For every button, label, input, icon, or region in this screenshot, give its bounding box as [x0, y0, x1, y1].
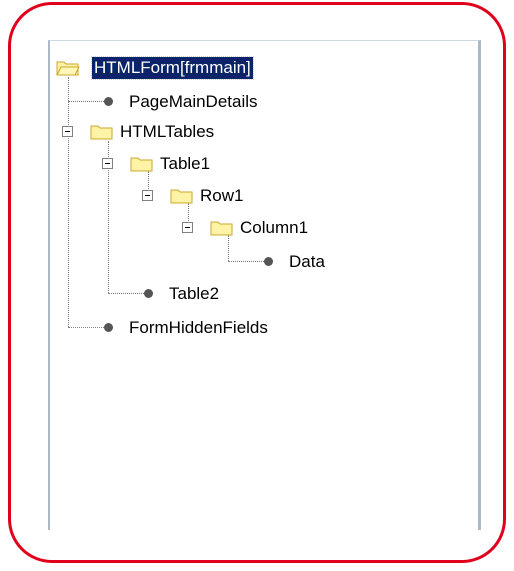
- collapse-toggle-icon[interactable]: [62, 126, 73, 137]
- bullet-icon: [104, 323, 113, 332]
- folder-icon: [130, 157, 153, 172]
- folder-icon: [210, 221, 233, 236]
- tree-item-root[interactable]: HTMLForm[frmmain]: [54, 56, 314, 80]
- tree-item-data[interactable]: Data: [54, 251, 354, 273]
- tree-item-label[interactable]: Table2: [169, 283, 219, 305]
- tree-item-pagemaindetails[interactable]: PageMainDetails: [54, 91, 314, 113]
- tree-item-label[interactable]: PageMainDetails: [129, 91, 258, 113]
- collapse-toggle-icon[interactable]: [142, 190, 153, 201]
- tree-item-label[interactable]: FormHiddenFields: [129, 317, 268, 339]
- tree-item-row1[interactable]: Row1: [54, 185, 314, 207]
- tree-item-htmltables[interactable]: HTMLTables: [54, 121, 314, 143]
- tree-item-formhiddenfields[interactable]: FormHiddenFields: [54, 317, 314, 339]
- tree-item-table2[interactable]: Table2: [54, 283, 314, 305]
- tree-item-label[interactable]: Row1: [200, 185, 243, 207]
- tree-item-label[interactable]: Data: [289, 251, 325, 273]
- folder-open-icon: [56, 61, 80, 76]
- tree-item-label[interactable]: Table1: [160, 153, 210, 175]
- tree-item-column1[interactable]: Column1: [54, 217, 354, 239]
- folder-icon: [90, 125, 113, 140]
- bullet-icon: [144, 289, 153, 298]
- tree-item-table1[interactable]: Table1: [54, 153, 314, 175]
- folder-icon: [170, 189, 193, 204]
- collapse-toggle-icon[interactable]: [102, 158, 113, 169]
- bullet-icon: [264, 257, 273, 266]
- tree-item-label[interactable]: Column1: [240, 217, 308, 239]
- collapse-toggle-icon[interactable]: [182, 222, 193, 233]
- tree-item-label[interactable]: HTMLTables: [120, 121, 214, 143]
- tree-item-label-root[interactable]: HTMLForm[frmmain]: [91, 56, 254, 80]
- tree-view-panel[interactable]: HTMLForm[frmmain] PageMainDetails HTMLTa…: [48, 40, 481, 530]
- bullet-icon: [104, 97, 113, 106]
